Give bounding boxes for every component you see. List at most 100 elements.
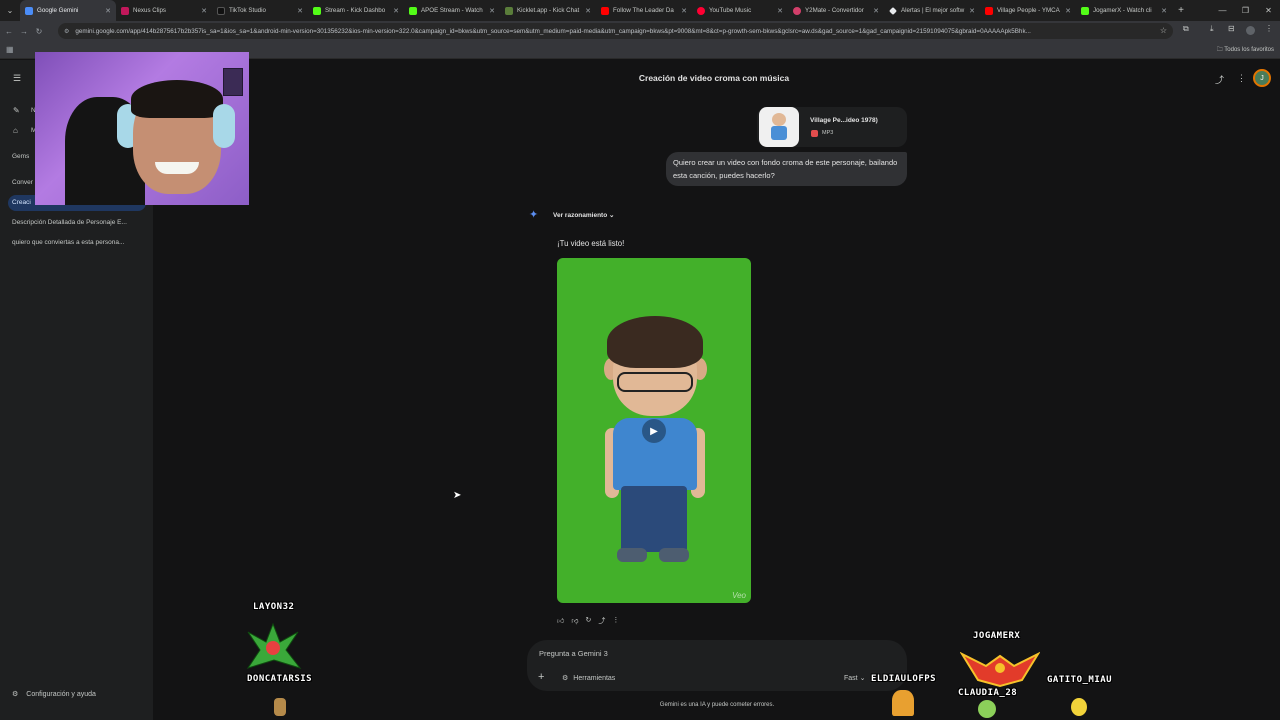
close-icon[interactable]: ✕ bbox=[201, 7, 207, 15]
creature-sprite-icon bbox=[274, 698, 286, 716]
overlay-name: DONCATARSIS bbox=[247, 674, 313, 684]
monster-sprite-icon bbox=[892, 690, 914, 716]
tab-title: Alertas | El mejor softw bbox=[901, 7, 965, 14]
play-icon[interactable]: ▶ bbox=[642, 419, 666, 443]
tab-favicon bbox=[505, 6, 513, 15]
bird-sprite-icon bbox=[1071, 698, 1087, 716]
sidebar-conversations-heading: Conver bbox=[12, 179, 33, 186]
extensions-icon[interactable]: ⧉ bbox=[1183, 24, 1189, 34]
response-actions: 👍︎ 👎︎ ↻ ⤴ ⋮ bbox=[557, 616, 619, 626]
close-icon[interactable]: ✕ bbox=[297, 7, 303, 15]
sidebar-chat-active[interactable]: Creaci bbox=[12, 199, 31, 206]
tab-3[interactable]: Stream - Kick Dashbo ✕ bbox=[308, 0, 404, 21]
close-icon[interactable]: ✕ bbox=[1065, 7, 1071, 15]
overlay-name: LAYON32 bbox=[253, 602, 295, 612]
sidebar-chat[interactable]: Descripción Detallada de Personaje E... bbox=[12, 219, 142, 226]
thumbs-down-icon[interactable]: 👎︎ bbox=[571, 616, 578, 626]
tab-1[interactable]: Nexus Clips ✕ bbox=[116, 0, 212, 21]
close-icon[interactable]: ✕ bbox=[585, 7, 591, 15]
headphone-right bbox=[213, 104, 235, 148]
tab-6[interactable]: Follow The Leader Da ✕ bbox=[596, 0, 692, 21]
more-options-icon[interactable]: ⋮ bbox=[1237, 73, 1246, 84]
dragon-sprite-icon bbox=[244, 622, 302, 674]
tab-4[interactable]: APOE Stream - Watch ✕ bbox=[404, 0, 500, 21]
regenerate-icon[interactable]: ↻ bbox=[585, 616, 591, 626]
tab-title: Follow The Leader Da bbox=[613, 7, 674, 14]
menu-dots-icon[interactable]: ⋮ bbox=[1265, 24, 1273, 33]
video-watermark: Veo bbox=[732, 591, 746, 600]
close-icon[interactable]: ✕ bbox=[969, 7, 975, 15]
all-bookmarks-button[interactable]: 🗀 Todos los favoritos bbox=[1217, 45, 1274, 55]
bookmark-star-icon[interactable]: ☆ bbox=[1160, 26, 1167, 35]
forward-icon[interactable]: → bbox=[18, 27, 30, 36]
prompt-input[interactable]: Pregunta a Gemini 3 bbox=[539, 649, 608, 658]
close-icon[interactable]: ✕ bbox=[1161, 7, 1167, 15]
new-tab-button[interactable]: + bbox=[1172, 5, 1190, 16]
sidebar-gems-heading[interactable]: Gems bbox=[12, 153, 29, 160]
tab-0[interactable]: Google Gemini ✕ bbox=[20, 0, 116, 21]
address-bar: ← → ↻ ⚙ gemini.google.com/app/414b287561… bbox=[0, 21, 1280, 41]
tab-title: JogamerX - Watch cli bbox=[1093, 7, 1152, 14]
disclaimer: Gemini es una IA y puede cometer errores… bbox=[659, 702, 775, 708]
tab-favicon bbox=[25, 6, 33, 15]
audio-attachment[interactable]: Village Pe...ideo 1978) MP3 bbox=[757, 107, 907, 147]
tab-favicon bbox=[889, 6, 897, 15]
character-hair bbox=[607, 316, 703, 368]
tools-button[interactable]: ⚙ Herramientas bbox=[562, 674, 620, 682]
more-options-icon[interactable]: ⋮ bbox=[612, 616, 619, 626]
gemini-spark-icon: ✦ bbox=[529, 209, 539, 221]
close-icon[interactable]: ✕ bbox=[393, 7, 399, 15]
tab-favicon bbox=[985, 6, 993, 15]
download-icon[interactable]: ⤓ bbox=[1210, 24, 1214, 34]
show-reasoning-button[interactable]: Ver razonamiento ⌄ bbox=[553, 211, 614, 219]
new-chat-icon[interactable]: ✎ bbox=[13, 106, 20, 115]
character-shoe bbox=[617, 548, 647, 562]
tab-8[interactable]: Y2Mate - Convertidor ✕ bbox=[788, 0, 884, 21]
thumbnail-body bbox=[771, 126, 787, 140]
tools-label: Herramientas bbox=[573, 675, 616, 682]
thumbs-up-icon[interactable]: 👍︎ bbox=[557, 616, 564, 626]
attachment-name: Village Pe...ideo 1978) bbox=[810, 117, 878, 124]
gear-icon: ⚙ bbox=[12, 691, 19, 698]
my-stuff-icon[interactable]: ⌂ bbox=[13, 126, 18, 135]
close-icon[interactable]: ✕ bbox=[489, 7, 495, 15]
share-icon[interactable]: ⤴ bbox=[1215, 73, 1224, 86]
tab-search-icon[interactable]: ⌄ bbox=[0, 0, 20, 21]
back-icon[interactable]: ← bbox=[3, 27, 15, 36]
url-text: gemini.google.com/app/414b2875617b2b357i… bbox=[75, 27, 1031, 35]
response-text: ¡Tu video está listo! bbox=[557, 239, 625, 248]
maximize-icon[interactable]: ❐ bbox=[1234, 0, 1257, 21]
generated-video[interactable]: ▶ Veo bbox=[557, 258, 751, 603]
profile-icon[interactable] bbox=[1246, 26, 1255, 35]
overlay-name: GATITO_MIAU bbox=[1047, 675, 1113, 685]
tab-search-icon[interactable]: ⊟ bbox=[1228, 24, 1235, 33]
account-avatar[interactable]: J bbox=[1253, 69, 1271, 87]
close-window-icon[interactable]: ✕ bbox=[1257, 0, 1280, 21]
close-icon[interactable]: ✕ bbox=[681, 7, 687, 15]
close-icon[interactable]: ✕ bbox=[777, 7, 783, 15]
add-icon[interactable]: + bbox=[538, 671, 544, 683]
tab-5[interactable]: Kicklet.app - Kick Chat ✕ bbox=[500, 0, 596, 21]
thumbnail-head bbox=[772, 113, 786, 126]
tab-9[interactable]: Alertas | El mejor softw ✕ bbox=[884, 0, 980, 21]
apps-grid-icon[interactable]: ▦ bbox=[6, 45, 14, 54]
close-icon[interactable]: ✕ bbox=[873, 7, 879, 15]
tab-2[interactable]: TikTok Studio ✕ bbox=[212, 0, 308, 21]
tab-10[interactable]: Village People - YMCA ✕ bbox=[980, 0, 1076, 21]
sidebar-chat[interactable]: quiero que conviertas a esta persona... bbox=[12, 239, 142, 246]
close-icon[interactable]: ✕ bbox=[105, 7, 111, 15]
url-field[interactable]: ⚙ gemini.google.com/app/414b2875617b2b35… bbox=[58, 23, 1173, 39]
audio-file-icon bbox=[811, 130, 818, 137]
overlay-name: ELDIAULOFPS bbox=[871, 674, 937, 684]
site-info-icon[interactable]: ⚙ bbox=[64, 28, 69, 35]
streamer-smile bbox=[155, 162, 199, 174]
tab-11[interactable]: JogamerX - Watch cli ✕ bbox=[1076, 0, 1172, 21]
model-selector[interactable]: Fast ⌄ bbox=[844, 674, 865, 682]
settings-help-button[interactable]: ⚙ Configuración y ayuda bbox=[12, 690, 104, 698]
reload-icon[interactable]: ↻ bbox=[33, 27, 45, 36]
tab-title: Y2Mate - Convertidor bbox=[805, 7, 864, 14]
share-icon[interactable]: ⤴ bbox=[598, 616, 605, 626]
tab-7[interactable]: YouTube Music ✕ bbox=[692, 0, 788, 21]
menu-icon[interactable]: ☰ bbox=[13, 73, 21, 84]
minimize-icon[interactable]: — bbox=[1211, 0, 1234, 21]
